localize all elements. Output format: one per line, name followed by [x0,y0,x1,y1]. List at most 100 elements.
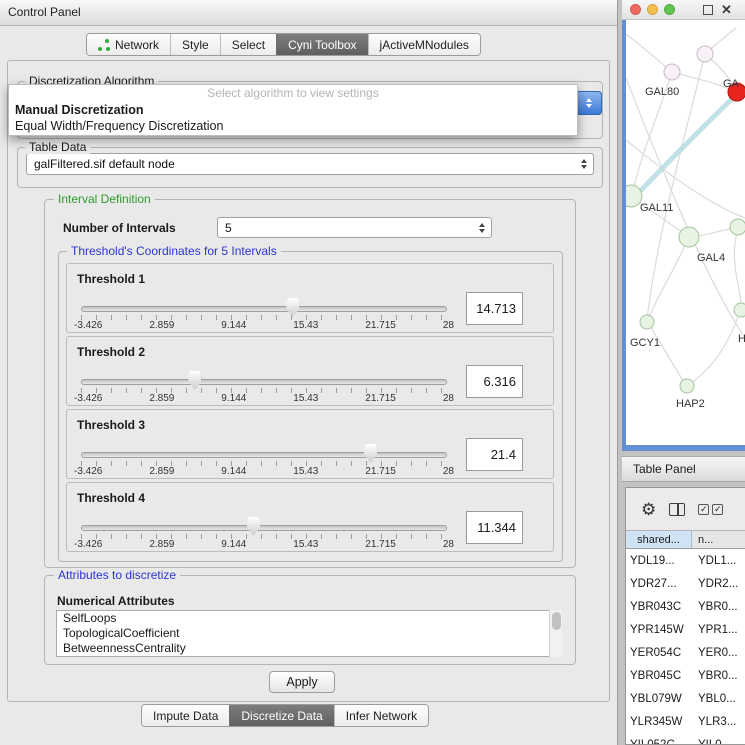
combobox-arrows-icon[interactable] [479,223,485,233]
table-row[interactable]: YBR045CYBR0... [626,664,745,687]
cell-shared-name: YER054C [626,647,692,659]
tab-infer-network[interactable]: Infer Network [334,705,428,726]
table-row[interactable]: YDR27...YDR2... [626,572,745,595]
tick-label: 21.715 [365,539,396,550]
mac-zoom-button[interactable] [664,4,675,15]
column-header-shared-name[interactable]: shared... [626,531,692,548]
table-body: YDL19...YDL1...YDR27...YDR2...YBR043CYBR… [626,549,745,744]
threshold-value-field[interactable]: 21.4 [466,438,523,471]
mac-close-button[interactable] [630,4,641,15]
threshold-slider[interactable]: -3.4262.8599.14415.4321.71528 [81,371,447,405]
dropdown-option[interactable]: Manual Discretization [9,102,577,118]
tick-label: 15.43 [293,539,318,550]
node-label: GAL4 [697,252,725,264]
tick-label: 9.144 [221,539,246,550]
tab-network[interactable]: Network [87,34,170,55]
cell-shared-name: YPR145W [626,624,692,636]
network-edge[interactable] [734,228,741,309]
threshold-blocks: Threshold 1 -3.4262.8599.14415.4321.7152… [66,263,554,552]
column-header-name[interactable]: n... [692,531,745,548]
threshold-slider[interactable]: -3.4262.8599.14415.4321.71528 [81,444,447,478]
tab-select[interactable]: Select [220,34,276,55]
network-node[interactable] [697,46,713,62]
network-edge[interactable] [648,323,686,385]
float-panel-icon[interactable] [703,5,713,15]
tick-label: 28 [443,393,454,404]
tab-label: Cyni Toolbox [288,38,356,52]
slider-track[interactable] [81,306,447,312]
checkbox-icon[interactable]: ✓ [698,504,709,515]
table-data-combobox[interactable]: galFiltered.sif default node [26,153,594,175]
table-row[interactable]: YBL079WYBL0... [626,687,745,710]
threshold-label: Threshold 3 [77,418,145,432]
slider-track[interactable] [81,379,447,385]
tab-style[interactable]: Style [170,34,220,55]
tab-impute-data[interactable]: Impute Data [142,705,229,726]
network-edge[interactable] [626,86,745,206]
table-toolbar: ⚙ ✓ ✓ [626,488,745,530]
threshold-slider[interactable]: -3.4262.8599.14415.4321.71528 [81,298,447,332]
mac-minimize-button[interactable] [647,4,658,15]
threshold-value-field[interactable]: 11.344 [466,511,523,544]
table-panel-title: Table Panel [633,462,696,476]
bottom-tabbar: Impute DataDiscretize DataInfer Network [141,704,429,727]
attribute-item[interactable]: TopologicalCoefficient [57,626,561,641]
list-scrollbar[interactable] [549,610,562,657]
attributes-list[interactable]: SelfLoopsTopologicalCoefficientBetweenne… [56,610,562,657]
network-canvas[interactable]: GAL80GAGAL11GAL4GCY1HAP2H [626,20,745,445]
combobox-arrows-icon[interactable] [581,159,587,169]
cell-shared-name: YIL052C [626,739,692,745]
attribute-item[interactable]: SelfLoops [57,611,561,626]
network-node[interactable] [664,64,680,80]
apply-button[interactable]: Apply [269,671,335,693]
network-graph[interactable]: GAL80GAGAL11GAL4GCY1HAP2H [626,20,745,445]
table-header: shared... n... [626,530,745,549]
scrollbar-thumb[interactable] [552,612,561,630]
tab-cyni-toolbox[interactable]: Cyni Toolbox [276,34,367,55]
dropdown-option[interactable]: Equal Width/Frequency Discretization [9,118,577,134]
tab-label: Style [182,38,209,52]
control-panel-titlebar: Control Panel [0,0,617,26]
threshold-slider[interactable]: -3.4262.8599.14415.4321.71528 [81,517,447,551]
checkbox-icon[interactable]: ✓ [712,504,723,515]
tick-label: 28 [443,539,454,550]
cell-shared-name: YLR345W [626,716,692,728]
network-node[interactable] [734,303,745,317]
table-row[interactable]: YDL19...YDL1... [626,549,745,572]
network-node[interactable] [679,227,699,247]
cell-name: YDR2... [692,578,745,590]
table-row[interactable]: YLR345WYLR3... [626,710,745,733]
close-panel-icon[interactable]: ✕ [721,2,732,17]
table-row[interactable]: YER054CYER0... [626,641,745,664]
tab-jactivemnodules[interactable]: jActiveMNodules [368,34,480,55]
network-edge[interactable] [687,311,740,386]
tick-label: 2.859 [149,320,174,331]
settings-frame: Discretization Algorithm Table Data galF… [7,60,610,702]
columns-icon[interactable] [669,503,685,516]
slider-track[interactable] [81,452,447,458]
threshold-label: Threshold 4 [77,491,145,505]
slider-track[interactable] [81,525,447,531]
table-row[interactable]: YPR145WYPR1... [626,618,745,641]
node-label: GAL80 [645,86,679,98]
gear-icon[interactable]: ⚙ [641,501,656,518]
attribute-item[interactable]: BetweennessCentrality [57,641,561,656]
network-edge[interactable] [648,238,688,320]
network-tab-icon [98,39,110,51]
network-node[interactable] [640,315,654,329]
slider-tick-labels: -3.4262.8599.14415.4321.71528 [74,320,454,331]
threshold-value-field[interactable]: 14.713 [466,292,523,325]
tab-discretize-data[interactable]: Discretize Data [229,705,333,726]
thresholds-groupbox: Threshold 1 -3.4262.8599.14415.4321.7152… [58,251,563,562]
network-edge[interactable] [626,34,672,72]
table-row[interactable]: YIL052CYIL0... [626,733,745,744]
algorithm-dropdown-popup: Select algorithm to view settings Manual… [8,84,578,136]
num-intervals-combobox[interactable]: 5 [217,217,492,238]
threshold-value-field[interactable]: 6.316 [466,365,523,398]
table-row[interactable]: YBR043CYBR0... [626,595,745,618]
network-node[interactable] [680,379,694,393]
combobox-arrows-icon[interactable] [576,91,602,115]
cell-shared-name: YBR045C [626,670,692,682]
slider-tick-labels: -3.4262.8599.14415.4321.71528 [74,393,454,404]
network-node[interactable] [730,219,745,235]
